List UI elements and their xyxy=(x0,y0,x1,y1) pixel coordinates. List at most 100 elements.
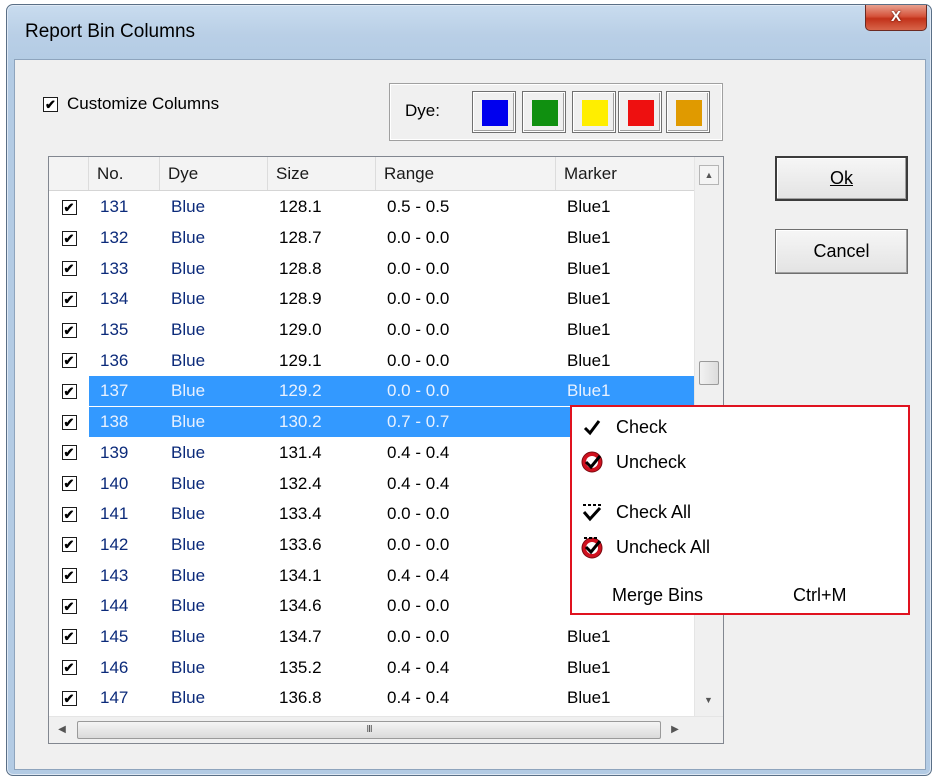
scroll-right-icon[interactable]: ▶ xyxy=(666,721,684,739)
row-checkbox[interactable]: ✔ xyxy=(61,690,77,706)
customize-columns-checkbox[interactable]: ✔ Customize Columns xyxy=(43,94,219,114)
cell-dye: Blue xyxy=(171,657,206,677)
row-checkbox[interactable]: ✔ xyxy=(61,383,77,399)
cell-no: 141 xyxy=(100,504,129,524)
dye-swatch-red[interactable] xyxy=(618,91,662,133)
menu-item-uncheck-all[interactable]: Uncheck All xyxy=(572,530,908,564)
cell-no: 140 xyxy=(100,473,129,493)
cell-marker: Blue1 xyxy=(567,688,611,708)
cell-no: 135 xyxy=(100,320,129,340)
cell-no: 132 xyxy=(100,228,129,248)
cell-size: 130.2 xyxy=(268,407,376,438)
row-checkbox[interactable]: ✔ xyxy=(61,353,77,369)
cell-range: 0.0 - 0.0 xyxy=(387,626,450,646)
horizontal-scrollbar[interactable]: ◀ III ▶ xyxy=(49,716,723,743)
row-checkbox[interactable]: ✔ xyxy=(61,291,77,307)
customize-columns-label: Customize Columns xyxy=(67,94,220,113)
cell-range: 0.7 - 0.7 xyxy=(376,407,556,438)
menu-item-check-all[interactable]: Check All xyxy=(572,495,908,529)
menu-item-label: Uncheck All xyxy=(616,536,711,557)
row-checkbox[interactable]: ✔ xyxy=(61,598,77,614)
customize-columns-check-icon[interactable]: ✔ xyxy=(43,96,58,112)
cell-range: 0.0 - 0.0 xyxy=(387,504,450,524)
table-row[interactable]: ✔ 147 Blue 136.8 0.4 - 0.4 Blue1 xyxy=(49,683,695,714)
table-row[interactable]: ✔ 133 Blue 128.8 0.0 - 0.0 Blue1 xyxy=(49,253,695,284)
ok-label: Ok xyxy=(829,168,853,188)
cell-dye: Blue xyxy=(171,626,206,646)
cell-no: 146 xyxy=(100,657,129,677)
header-marker[interactable]: Marker xyxy=(556,157,695,190)
cell-no: 137 xyxy=(89,376,160,407)
dye-swatch-yellow[interactable] xyxy=(572,91,616,133)
row-checkbox[interactable]: ✔ xyxy=(61,230,77,246)
table-row[interactable]: ✔ 134 Blue 128.9 0.0 - 0.0 Blue1 xyxy=(49,284,695,315)
cell-dye: Blue xyxy=(160,407,268,438)
cell-marker: Blue1 xyxy=(567,657,611,677)
cell-size: 133.4 xyxy=(279,504,322,524)
menu-item-uncheck[interactable]: Uncheck xyxy=(572,445,908,479)
ok-button[interactable]: Ok xyxy=(775,156,908,201)
cell-no: 143 xyxy=(100,565,129,585)
horizontal-scroll-thumb[interactable]: III xyxy=(77,721,661,739)
row-checkbox[interactable]: ✔ xyxy=(61,660,77,676)
table-row[interactable]: ✔ 146 Blue 135.2 0.4 - 0.4 Blue1 xyxy=(49,652,695,683)
table-row[interactable]: ✔ 136 Blue 129.1 0.0 - 0.0 Blue1 xyxy=(49,345,695,376)
header-dye[interactable]: Dye xyxy=(160,157,268,190)
cell-marker: Blue1 xyxy=(567,258,611,278)
close-button[interactable]: X xyxy=(865,5,927,31)
row-checkbox[interactable]: ✔ xyxy=(61,476,77,492)
row-checkbox[interactable]: ✔ xyxy=(61,568,77,584)
cell-range: 0.4 - 0.4 xyxy=(387,657,450,677)
row-checkbox[interactable]: ✔ xyxy=(61,506,77,522)
cell-range: 0.5 - 0.5 xyxy=(387,197,450,217)
row-checkbox[interactable]: ✔ xyxy=(61,445,77,461)
vertical-scroll-thumb[interactable] xyxy=(699,361,719,385)
cell-dye: Blue xyxy=(160,376,268,407)
menu-item-check[interactable]: Check xyxy=(572,410,908,444)
dye-swatch-orange[interactable] xyxy=(666,91,710,133)
cell-marker: Blue1 xyxy=(567,289,611,309)
table-row[interactable]: ✔ 145 Blue 134.7 0.0 - 0.0 Blue1 xyxy=(49,622,695,653)
cell-range: 0.0 - 0.0 xyxy=(376,376,556,407)
dye-swatch-blue[interactable] xyxy=(472,91,516,133)
scroll-up-icon[interactable]: ▲ xyxy=(699,165,719,185)
cell-range: 0.0 - 0.0 xyxy=(387,350,450,370)
table-row[interactable]: ✔ 137 Blue 129.2 0.0 - 0.0 Blue1 xyxy=(49,376,695,407)
cell-marker: Blue1 xyxy=(556,376,695,407)
header-range[interactable]: Range xyxy=(376,157,556,190)
uncheck-all-icon xyxy=(572,535,612,559)
table-row[interactable]: ✔ 135 Blue 129.0 0.0 - 0.0 Blue1 xyxy=(49,315,695,346)
scroll-down-icon[interactable]: ▼ xyxy=(704,695,713,705)
dye-swatch-green[interactable] xyxy=(522,91,566,133)
dye-label: Dye: xyxy=(405,101,440,120)
cell-range: 0.0 - 0.0 xyxy=(387,320,450,340)
cell-dye: Blue xyxy=(171,442,206,462)
header-no[interactable]: No. xyxy=(89,157,160,190)
header-size[interactable]: Size xyxy=(268,157,376,190)
table-row[interactable]: ✔ 132 Blue 128.7 0.0 - 0.0 Blue1 xyxy=(49,223,695,254)
table-row[interactable]: ✔ 131 Blue 128.1 0.5 - 0.5 Blue1 xyxy=(49,192,695,223)
cell-size: 134.6 xyxy=(279,596,322,616)
cell-range: 0.0 - 0.0 xyxy=(387,228,450,248)
row-checkbox[interactable]: ✔ xyxy=(61,629,77,645)
row-checkbox[interactable]: ✔ xyxy=(61,537,77,553)
menu-separator xyxy=(578,484,902,485)
row-checkbox[interactable]: ✔ xyxy=(61,322,77,338)
scroll-left-icon[interactable]: ◀ xyxy=(53,721,71,739)
menu-item-merge-bins[interactable]: Merge Bins Ctrl+M xyxy=(572,578,908,612)
row-checkbox[interactable]: ✔ xyxy=(61,414,77,430)
cell-no: 131 xyxy=(100,197,129,217)
cell-no: 136 xyxy=(100,350,129,370)
dye-selector: Dye: xyxy=(389,83,723,141)
cancel-button[interactable]: Cancel xyxy=(775,229,908,274)
cell-no: 142 xyxy=(100,534,129,554)
row-checkbox[interactable]: ✔ xyxy=(61,261,77,277)
row-checkbox[interactable]: ✔ xyxy=(61,199,77,215)
cell-range: 0.0 - 0.0 xyxy=(387,596,450,616)
cell-marker: Blue1 xyxy=(567,197,611,217)
cell-marker: Blue1 xyxy=(567,626,611,646)
cell-size: 128.9 xyxy=(279,289,322,309)
cell-no: 145 xyxy=(100,626,129,646)
header-check-column[interactable] xyxy=(49,157,89,190)
cell-size: 129.1 xyxy=(279,350,322,370)
